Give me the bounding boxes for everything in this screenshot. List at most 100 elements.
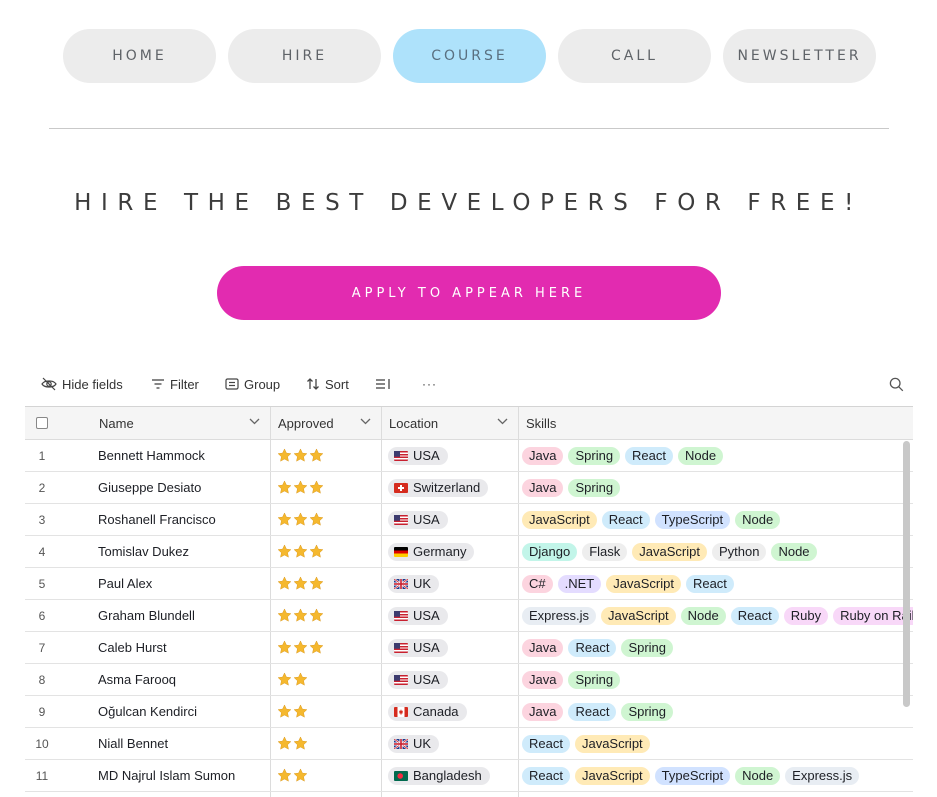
approved-rating[interactable] — [277, 440, 377, 471]
table-row[interactable]: 5 Paul Alex UK C# .NET JavaScript React — [25, 568, 913, 600]
location-cell[interactable]: UK — [388, 568, 518, 599]
developer-name[interactable]: Graham Blundell — [98, 600, 268, 631]
location-cell[interactable]: USA — [388, 504, 518, 535]
table-row[interactable]: 1 Bennett Hammock USA Java Spring React Node — [25, 440, 913, 472]
column-header-location[interactable]: Location — [382, 407, 518, 439]
approved-rating[interactable] — [277, 664, 377, 695]
approved-rating[interactable] — [277, 728, 377, 759]
developer-name[interactable]: Roshanell Francisco — [98, 504, 268, 535]
skill-chip: Node — [735, 510, 781, 529]
location-chip: UK — [388, 574, 440, 593]
developer-name[interactable]: MD Najrul Islam Sumon — [98, 760, 268, 791]
nav-newsletter-button[interactable]: NEWSLETTER — [723, 29, 876, 83]
approved-rating[interactable] — [277, 600, 377, 631]
table-row[interactable]: 10 Niall Bennet UK React JavaScript — [25, 728, 913, 760]
location-cell[interactable]: USA — [388, 440, 518, 471]
location-cell[interactable]: Switzerland — [388, 472, 518, 503]
more-options-button[interactable]: ··· — [422, 372, 437, 396]
filter-button[interactable]: Filter — [151, 372, 199, 396]
nav-hire-button[interactable]: HIRE — [228, 29, 381, 83]
row-height-button[interactable] — [375, 372, 391, 396]
skill-chip: C# — [522, 574, 553, 593]
star-icon — [293, 640, 308, 654]
group-button[interactable]: Group — [225, 372, 280, 396]
nav-course-button[interactable]: COURSE — [393, 29, 546, 83]
skills-cell[interactable]: Java Spring React Node — [522, 440, 913, 471]
skill-chip: JavaScript — [632, 542, 707, 561]
skill-chip: Node — [680, 606, 726, 625]
section-divider — [49, 128, 889, 129]
row-number: 2 — [38, 480, 46, 495]
skill-chip: Java — [522, 702, 564, 721]
column-header-skills[interactable]: Skills — [519, 407, 913, 439]
skills-cell[interactable]: JavaScript React TypeScript Node — [522, 504, 913, 535]
location-cell[interactable]: Bangladesh — [388, 760, 518, 791]
table-row[interactable]: 12 — [25, 792, 913, 797]
grid-rows: 1 Bennett Hammock USA Java Spring React Node 2 G… — [25, 440, 913, 797]
hide-fields-button[interactable]: Hide fields — [41, 372, 123, 396]
approved-rating[interactable] — [277, 504, 377, 535]
skill-chip: React — [625, 446, 674, 465]
skills-cell[interactable]: C# .NET JavaScript React — [522, 568, 913, 599]
location-cell[interactable]: Germany — [388, 536, 518, 567]
location-cell[interactable]: USA — [388, 600, 518, 631]
column-header-name[interactable]: Name — [92, 407, 270, 439]
developer-name[interactable]: Asma Farooq — [98, 664, 268, 695]
skills-cell[interactable]: Django Flask JavaScript Python Node — [522, 536, 913, 567]
skills-cell[interactable] — [522, 792, 913, 797]
skills-cell[interactable]: Java React Spring — [522, 632, 913, 663]
grid-scrollbar[interactable] — [903, 441, 910, 707]
nav-home-button[interactable]: HOME — [63, 29, 216, 83]
table-row[interactable]: 4 Tomislav Dukez Germany Django Flask JavaScr… — [25, 536, 913, 568]
approved-rating[interactable] — [277, 632, 377, 663]
table-row[interactable]: 2 Giuseppe Desiato Switzerland Java Spring — [25, 472, 913, 504]
location-cell[interactable] — [388, 792, 518, 797]
table-row[interactable]: 11 MD Najrul Islam Sumon Bangladesh React Ja… — [25, 760, 913, 792]
table-row[interactable]: 6 Graham Blundell USA Express.js JavaScript N… — [25, 600, 913, 632]
apply-button[interactable]: APPLY TO APPEAR HERE — [217, 266, 721, 320]
location-cell[interactable]: USA — [388, 664, 518, 695]
developer-name[interactable]: Tomislav Dukez — [98, 536, 268, 567]
table-row[interactable]: 9 Oğulcan Kendirci Canada Java React Spring — [25, 696, 913, 728]
skills-cell[interactable]: Java Spring — [522, 472, 913, 503]
approved-rating[interactable] — [277, 760, 377, 791]
developer-name[interactable]: Oğulcan Kendirci — [98, 696, 268, 727]
star-icon — [293, 672, 308, 686]
select-all-checkbox[interactable] — [36, 417, 48, 429]
flag-bd-icon — [394, 770, 408, 781]
table-row[interactable]: 8 Asma Farooq USA Java Spring — [25, 664, 913, 696]
skills-cell[interactable]: React JavaScript — [522, 728, 913, 759]
developer-name[interactable]: Paul Alex — [98, 568, 268, 599]
developer-name[interactable]: Bennett Hammock — [98, 440, 268, 471]
skills-cell[interactable]: React JavaScript TypeScript Node Express.js — [522, 760, 913, 791]
chevron-down-icon[interactable] — [249, 418, 260, 425]
search-button[interactable] — [889, 372, 904, 396]
developer-name[interactable] — [98, 792, 268, 797]
skill-chip: Ruby — [783, 606, 829, 625]
table-row[interactable]: 3 Roshanell Francisco USA JavaScript React Ty… — [25, 504, 913, 536]
developer-name[interactable]: Niall Bennet — [98, 728, 268, 759]
skills-cell[interactable]: Express.js JavaScript Node React Ruby Ruby on… — [522, 600, 913, 631]
location-cell[interactable]: Canada — [388, 696, 518, 727]
star-icon — [293, 576, 308, 590]
location-chip: Germany — [388, 542, 475, 561]
location-cell[interactable]: UK — [388, 728, 518, 759]
approved-rating[interactable] — [277, 792, 377, 797]
developer-name[interactable]: Caleb Hurst — [98, 632, 268, 663]
sort-button[interactable]: Sort — [306, 372, 349, 396]
location-cell[interactable]: USA — [388, 632, 518, 663]
skills-cell[interactable]: Java React Spring — [522, 696, 913, 727]
nav-call-button[interactable]: CALL — [558, 29, 711, 83]
approved-rating[interactable] — [277, 472, 377, 503]
column-header-approved[interactable]: Approved — [271, 407, 381, 439]
approved-rating[interactable] — [277, 568, 377, 599]
developer-name[interactable]: Giuseppe Desiato — [98, 472, 268, 503]
skills-cell[interactable]: Java Spring — [522, 664, 913, 695]
star-icon — [309, 576, 324, 590]
chevron-down-icon[interactable] — [497, 418, 508, 425]
approved-rating[interactable] — [277, 536, 377, 567]
table-row[interactable]: 7 Caleb Hurst USA Java React Spring — [25, 632, 913, 664]
chevron-down-icon[interactable] — [360, 418, 371, 425]
skill-chip: JavaScript — [574, 766, 650, 785]
approved-rating[interactable] — [277, 696, 377, 727]
